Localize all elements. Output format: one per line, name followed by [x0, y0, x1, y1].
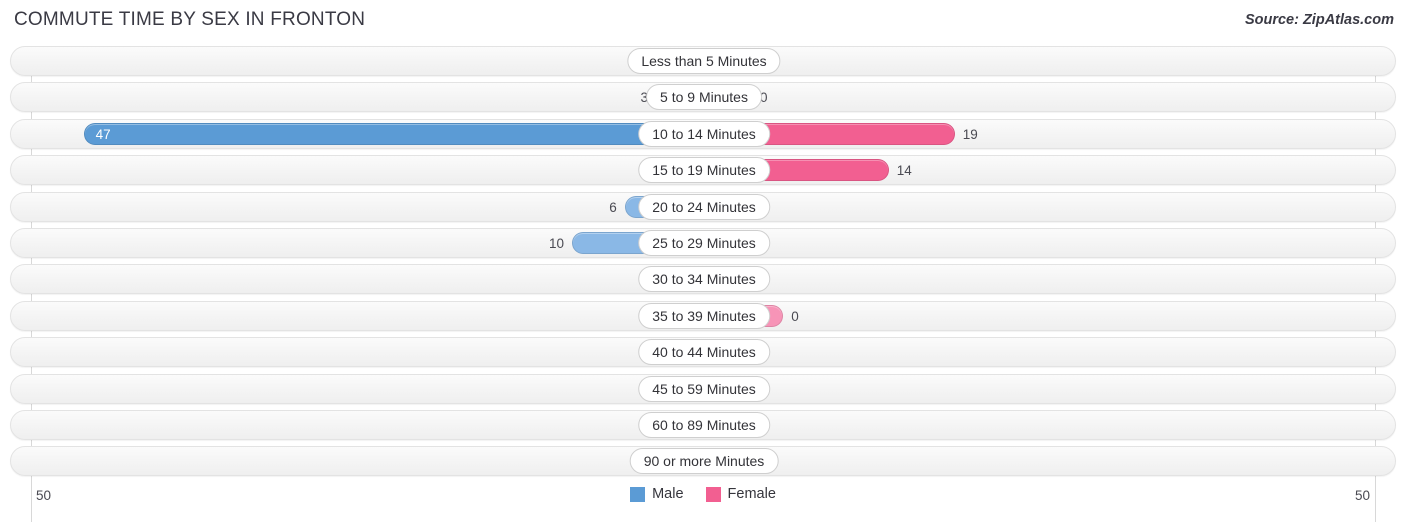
category-label: 90 or more Minutes	[629, 448, 779, 475]
bar-row[interactable]: 0 030 to 34 Minutes	[10, 264, 1396, 295]
category-label: 60 to 89 Minutes	[638, 411, 770, 438]
chart-header: COMMUTE TIME BY SEX IN FRONTON Source: Z…	[0, 0, 1406, 44]
category-label: 15 to 19 Minutes	[638, 157, 770, 184]
female-value-label: 0	[760, 90, 768, 106]
page-title: COMMUTE TIME BY SEX IN FRONTON	[14, 9, 366, 30]
bar-row[interactable]: 0 045 to 59 Minutes	[10, 373, 1396, 405]
bar-row[interactable]: 0 040 to 44 Minutes	[10, 337, 1396, 368]
male-value-label: 0	[572, 156, 648, 186]
male-value-label: 6	[609, 199, 617, 215]
bar-row[interactable]: 0035 to 39 Minutes	[10, 300, 1396, 332]
female-value-label: 0	[760, 411, 836, 441]
male-value-label: 0	[572, 338, 648, 368]
chart-plot-area: 00Less than 5 Minutes305 to 9 Minutes471…	[0, 46, 1406, 522]
source-attribution: Source: ZipAtlas.com	[1244, 12, 1394, 28]
legend-label: Male	[652, 486, 684, 502]
female-value-label: 0	[760, 338, 836, 368]
chart-legend: Male Female	[0, 486, 1406, 502]
category-label: 20 to 24 Minutes	[638, 193, 770, 220]
category-label: 40 to 44 Minutes	[638, 339, 770, 366]
bar-row[interactable]: 47 19 10 to 14 Minutes	[10, 118, 1396, 149]
category-label: 5 to 9 Minutes	[646, 84, 762, 111]
legend-swatch-icon	[630, 486, 646, 502]
category-label: 45 to 59 Minutes	[638, 375, 770, 402]
male-value-label: 0	[572, 411, 648, 441]
female-value-label: 0	[760, 193, 836, 223]
category-label: Less than 5 Minutes	[627, 48, 781, 74]
legend-item[interactable]: Male	[630, 486, 684, 502]
category-label: 25 to 29 Minutes	[638, 229, 770, 256]
bar-row[interactable]: 0090 or more Minutes	[10, 446, 1396, 477]
male-value-label: 3	[640, 90, 648, 106]
male-value-label: 0	[572, 302, 648, 332]
female-value-label: 19	[962, 126, 978, 142]
bar-row[interactable]: 10 025 to 29 Minutes	[10, 227, 1396, 259]
male-bar[interactable]	[83, 122, 704, 145]
category-label: 10 to 14 Minutes	[638, 120, 770, 147]
legend-swatch-icon	[705, 486, 721, 502]
category-label: 35 to 39 Minutes	[638, 302, 770, 329]
female-value-label: 0	[760, 229, 836, 259]
male-value-label: 0	[572, 375, 648, 405]
female-value-label: 0	[760, 375, 836, 405]
male-value-label: 0	[572, 265, 648, 295]
female-value-label: 14	[896, 163, 912, 179]
female-value-label: 0	[760, 265, 836, 295]
bar-rows: 00Less than 5 Minutes305 to 9 Minutes471…	[0, 46, 1406, 483]
female-value-label: 0	[791, 308, 799, 324]
bar-row[interactable]: 0 060 to 89 Minutes	[10, 409, 1396, 441]
bar-row[interactable]: 3 05 to 9 Minutes	[10, 82, 1396, 113]
male-value-label: 10	[548, 235, 564, 251]
bar-row[interactable]: 6 020 to 24 Minutes	[10, 191, 1396, 223]
male-value-label: 47	[95, 126, 111, 142]
legend-item[interactable]: Female	[705, 486, 776, 502]
bar-row[interactable]: 00Less than 5 Minutes	[10, 46, 1396, 76]
legend-label: Female	[727, 486, 776, 502]
category-label: 30 to 34 Minutes	[638, 266, 770, 293]
bar-row[interactable]: 0 14 15 to 19 Minutes	[10, 155, 1396, 186]
